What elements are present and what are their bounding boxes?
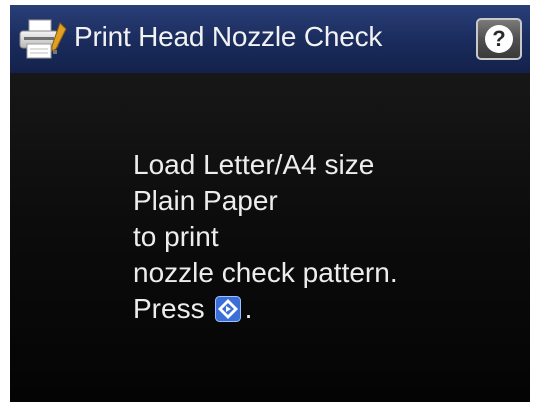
title-bar: Print Head Nozzle Check ? bbox=[10, 5, 530, 73]
instruction-line-5: Press . bbox=[133, 291, 398, 327]
printer-icon bbox=[19, 19, 67, 59]
lcd-screen: Print Head Nozzle Check ? Load Letter/A4… bbox=[10, 5, 530, 402]
press-suffix: . bbox=[244, 293, 253, 324]
instruction-message: Load Letter/A4 size Plain Paper to print… bbox=[133, 147, 398, 327]
start-button-icon bbox=[214, 296, 241, 322]
question-mark-icon: ? bbox=[485, 25, 513, 53]
instruction-line-1: Load Letter/A4 size bbox=[133, 149, 375, 180]
press-text: Press bbox=[133, 293, 205, 324]
instruction-line-4: nozzle check pattern. bbox=[133, 257, 398, 288]
page-title: Print Head Nozzle Check bbox=[74, 21, 383, 52]
help-button[interactable]: ? bbox=[476, 18, 522, 60]
instruction-line-2: Plain Paper bbox=[133, 185, 278, 216]
instruction-line-3: to print bbox=[133, 221, 219, 252]
